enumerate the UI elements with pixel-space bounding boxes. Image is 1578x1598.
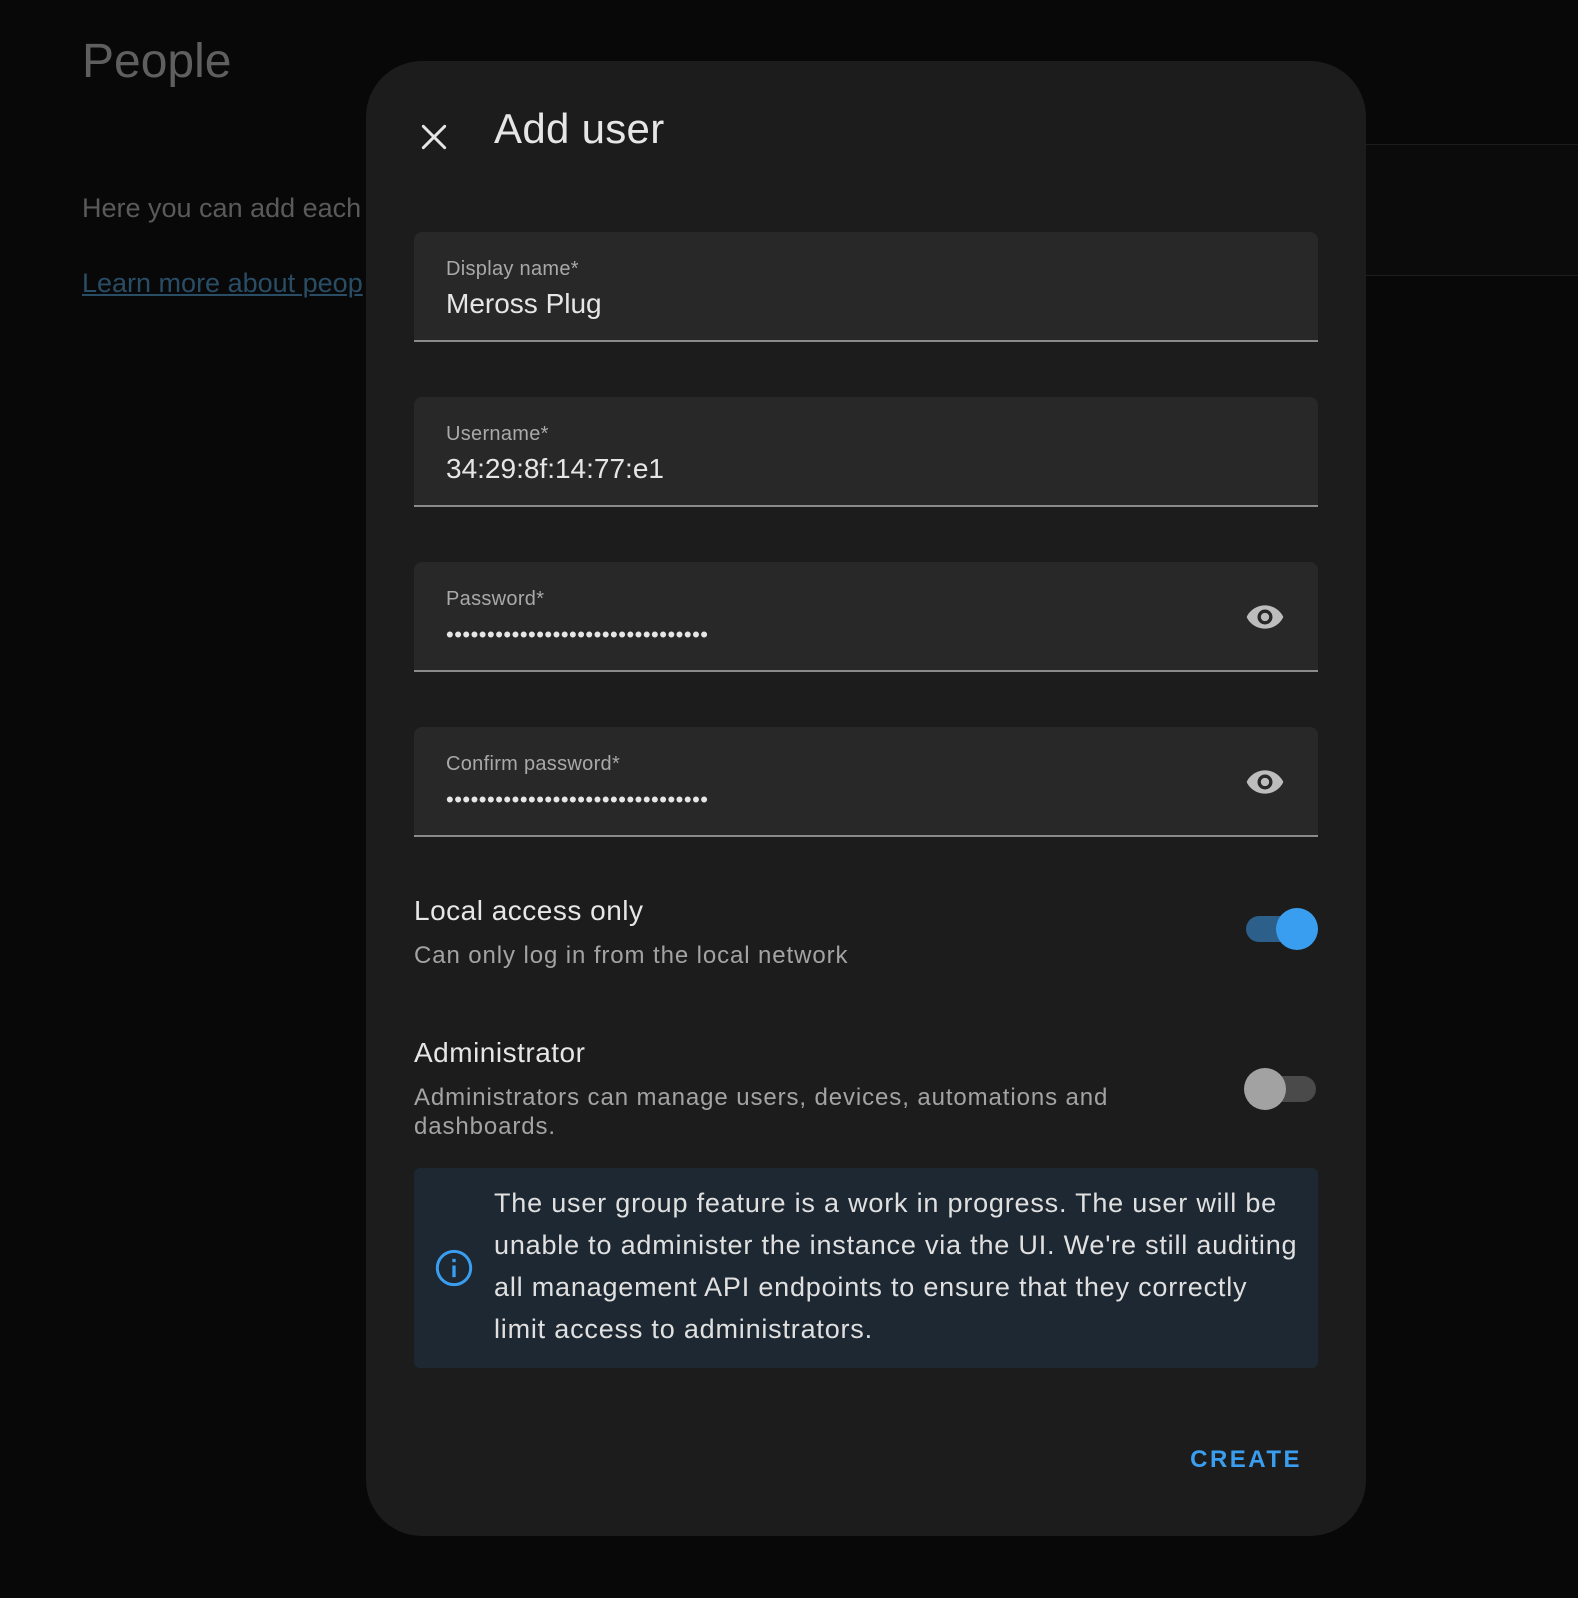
administrator-toggle[interactable] [1244,1067,1318,1111]
administrator-description: Administrators can manage users, devices… [414,1084,1109,1140]
info-alert: The user group feature is a work in prog… [414,1168,1318,1368]
add-user-dialog: Add user Display name* Username* Passwor… [366,61,1366,1536]
display-name-input[interactable] [446,288,1206,320]
local-access-title: Local access only [414,895,644,926]
eye-icon [1246,605,1284,629]
username-label: Username* [446,423,549,445]
alert-text: The user group feature is a work in prog… [494,1188,1298,1344]
display-name-field[interactable]: Display name* [414,232,1318,342]
close-button[interactable] [406,109,462,165]
learn-more-link[interactable]: Learn more about peop [82,268,363,299]
confirm-password-field[interactable]: Confirm password* ••••••••••••••••••••••… [414,727,1318,837]
local-access-row: Local access only Can only log in from t… [414,895,1318,970]
page-description: Here you can add each [82,193,362,223]
confirm-password-input[interactable]: •••••••••••••••••••••••••••••••• [446,787,1206,813]
dialog-title: Add user [494,105,665,152]
create-button[interactable]: CREATE [1190,1446,1302,1474]
password-input[interactable]: •••••••••••••••••••••••••••••••• [446,622,1206,648]
toggle-thumb [1244,1068,1286,1110]
eye-icon [1246,770,1284,794]
administrator-title: Administrator [414,1037,586,1068]
show-password-button[interactable] [1242,594,1288,640]
close-icon [421,124,447,150]
username-input[interactable] [446,453,1206,485]
local-access-toggle[interactable] [1244,907,1318,951]
confirm-password-label: Confirm password* [446,753,621,775]
info-icon [435,1249,473,1287]
username-field[interactable]: Username* [414,397,1318,507]
administrator-row: Administrator Administrators can manage … [414,1037,1318,1141]
page-title: People [82,35,232,88]
local-access-description: Can only log in from the local network [414,942,849,969]
toggle-thumb [1276,908,1318,950]
password-label: Password* [446,588,545,610]
display-name-label: Display name* [446,258,579,280]
password-field[interactable]: Password* ••••••••••••••••••••••••••••••… [414,562,1318,672]
show-confirm-password-button[interactable] [1242,759,1288,805]
